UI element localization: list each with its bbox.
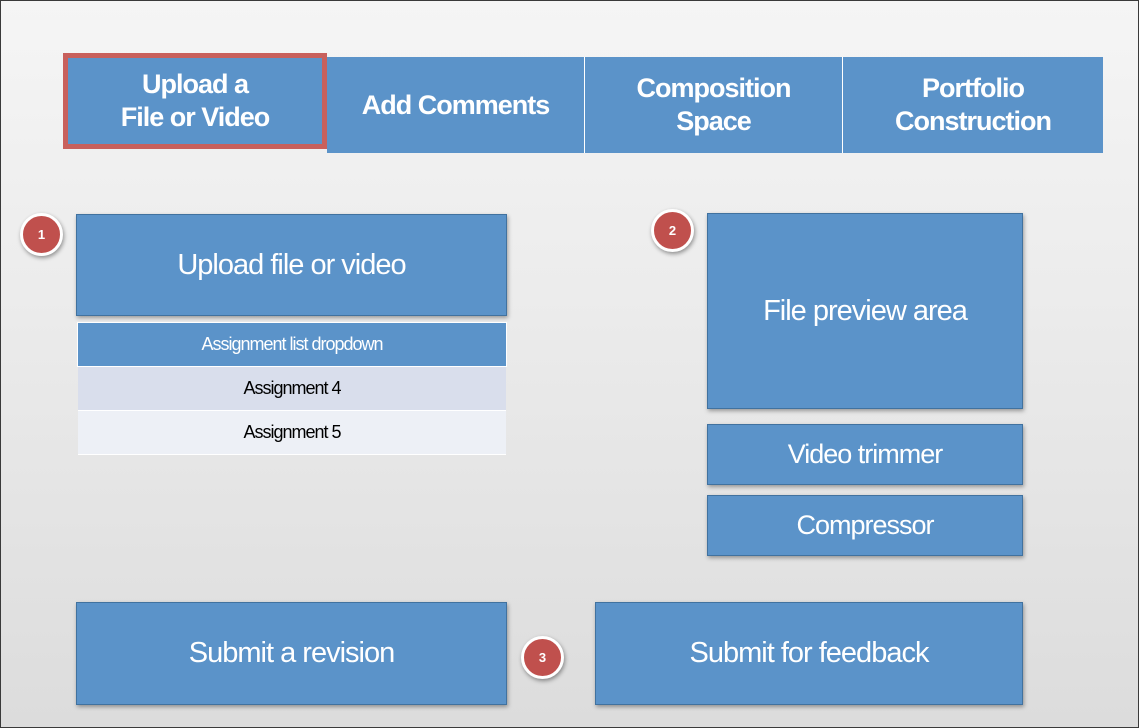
dropdown-option-assignment-5[interactable]: Assignment 5: [78, 411, 506, 455]
assignment-list-dropdown[interactable]: Assignment list dropdown: [77, 322, 507, 367]
preview-label: File preview area: [763, 294, 968, 327]
tab-label-line2: Construction: [895, 106, 1052, 136]
tab-bar: Upload a File or Video Add Comments Comp…: [63, 53, 1103, 153]
submit-revision-button[interactable]: Submit a revision: [76, 602, 507, 705]
tab-upload-file-or-video[interactable]: Upload a File or Video: [63, 53, 327, 149]
option-label: Assignment 4: [243, 378, 341, 398]
step-badge-3: 3: [521, 636, 564, 679]
step-badge-1: 1: [20, 213, 63, 256]
tab-label-line1: Upload a: [141, 69, 249, 99]
tab-label-line1: Composition: [636, 73, 792, 103]
upload-file-or-video-button[interactable]: Upload file or video: [76, 214, 507, 316]
tab-label-line1: Portfolio: [922, 73, 1025, 103]
option-label: Assignment 5: [243, 422, 341, 442]
dropdown-header-label: Assignment list dropdown: [201, 334, 383, 354]
tab-label-line1: Add Comments: [361, 89, 551, 120]
tab-label-line2: File or Video: [120, 102, 271, 132]
wireframe-canvas: Upload a File or Video Add Comments Comp…: [0, 0, 1139, 728]
upload-button-label: Upload file or video: [177, 248, 406, 281]
step-number: 3: [538, 650, 547, 665]
tab-composition-space[interactable]: Composition Space: [585, 57, 843, 153]
video-trimmer-button[interactable]: Video trimmer: [707, 424, 1023, 485]
video-trimmer-label: Video trimmer: [787, 439, 944, 469]
submit-for-feedback-button[interactable]: Submit for feedback: [595, 602, 1023, 705]
step-badge-2: 2: [651, 209, 694, 252]
tab-label-line2: Space: [676, 106, 752, 136]
tab-portfolio-construction[interactable]: Portfolio Construction: [843, 57, 1103, 153]
submit-feedback-label: Submit for feedback: [689, 637, 930, 669]
submit-revision-label: Submit a revision: [188, 637, 395, 669]
file-preview-area: File preview area: [707, 213, 1023, 409]
tab-add-comments[interactable]: Add Comments: [327, 57, 585, 153]
compressor-label: Compressor: [796, 510, 934, 540]
dropdown-option-assignment-4[interactable]: Assignment 4: [78, 367, 506, 411]
step-number: 1: [37, 227, 46, 242]
compressor-button[interactable]: Compressor: [707, 495, 1023, 556]
step-number: 2: [668, 223, 677, 238]
